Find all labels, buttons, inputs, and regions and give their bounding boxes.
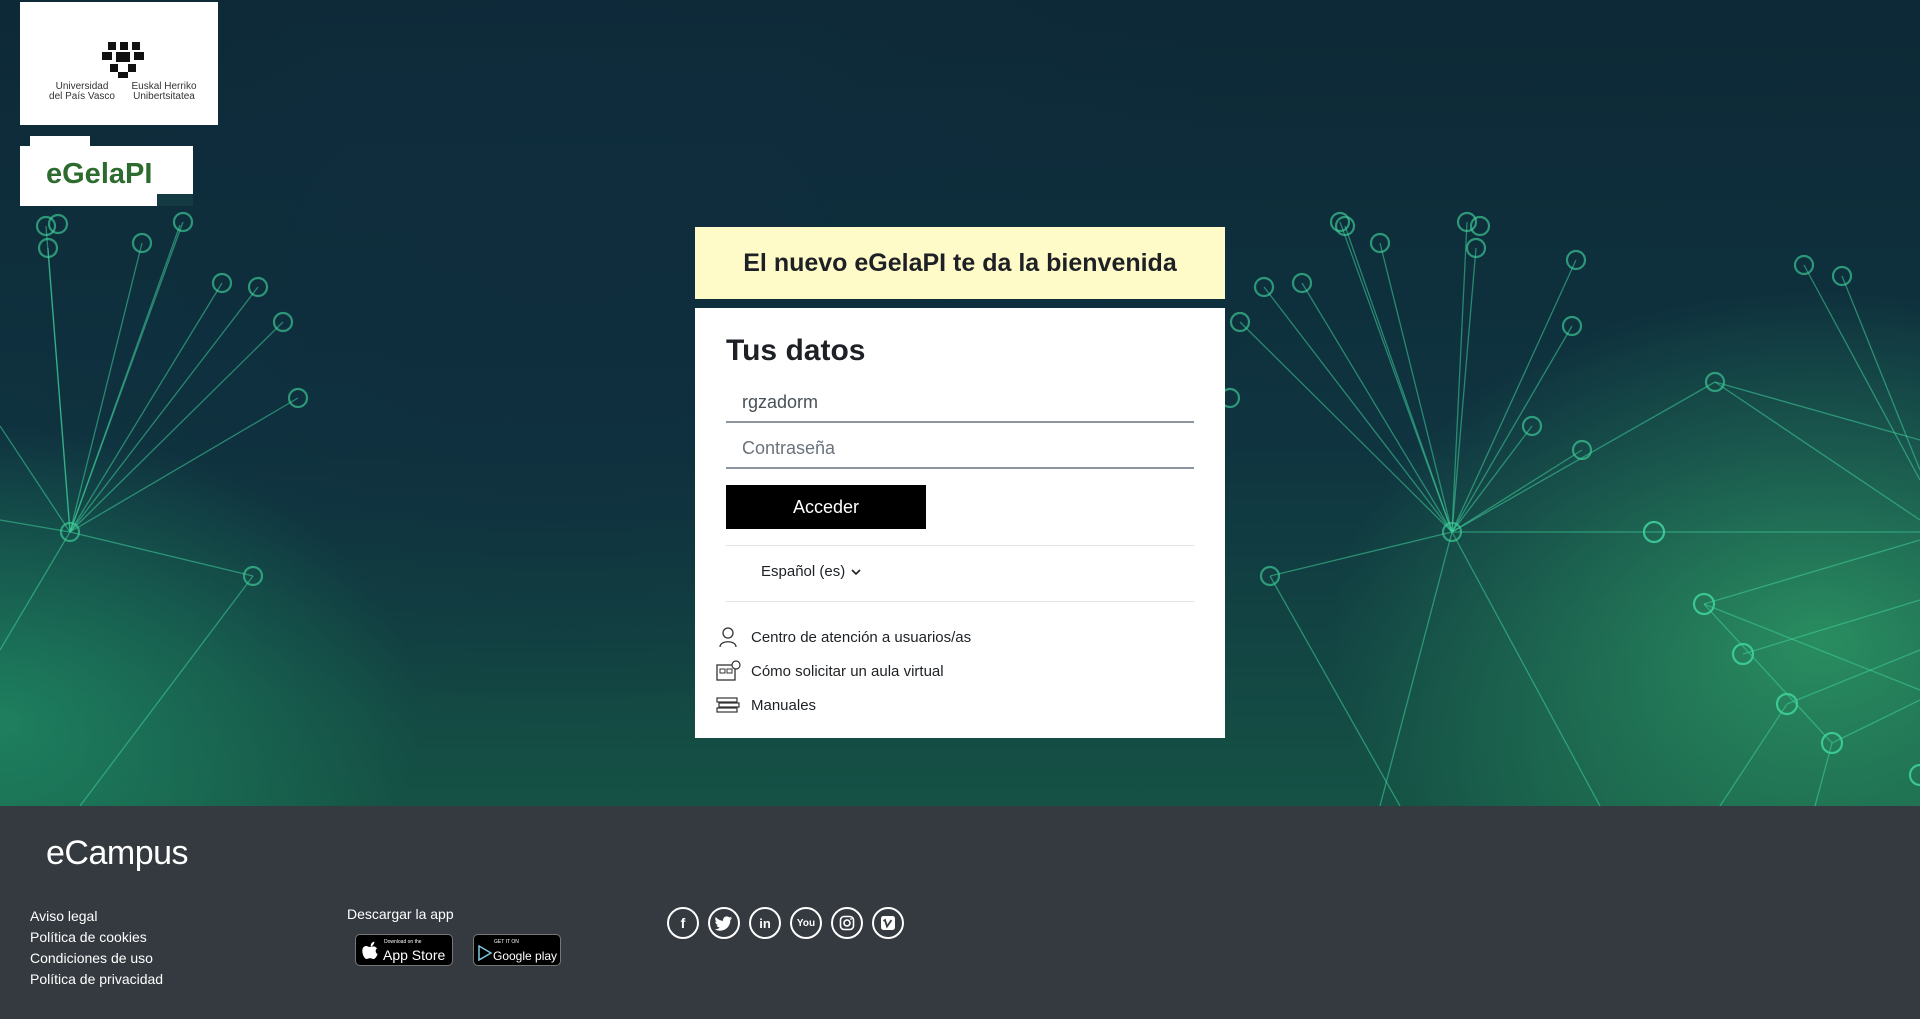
- app-store-label: App Store: [383, 947, 446, 963]
- apple-icon: [362, 941, 378, 959]
- university-name-es: Universidad del País Vasco: [49, 81, 115, 102]
- login-button[interactable]: Acceder: [726, 485, 926, 529]
- google-play-badge[interactable]: GET IT ON Google play: [473, 934, 561, 966]
- linkedin-icon[interactable]: in: [749, 907, 781, 939]
- google-play-small-label: GET IT ON: [494, 939, 519, 945]
- footer: eCampus Aviso legal Política de cookies …: [0, 806, 1920, 1019]
- user-support-icon: [715, 625, 741, 649]
- footer-link-privacy[interactable]: Política de privacidad: [30, 969, 163, 990]
- social-links: f in You: [667, 907, 904, 939]
- welcome-banner: El nuevo eGelaPI te da la bienvenida: [695, 227, 1225, 299]
- divider: [726, 601, 1194, 602]
- download-app-label: Descargar la app: [347, 906, 454, 922]
- language-label: Español (es): [761, 563, 846, 580]
- google-play-icon: [478, 945, 492, 961]
- twitter-icon[interactable]: [708, 907, 740, 939]
- logo-notch-decoration: [157, 194, 193, 206]
- help-link-label: Centro de atención a usuarios/as: [751, 628, 972, 646]
- help-link-manuals[interactable]: Manuales: [715, 688, 971, 722]
- app-store-small-label: Download on the: [384, 939, 422, 945]
- footer-links: Aviso legal Política de cookies Condicio…: [30, 906, 163, 990]
- chevron-down-icon: [851, 568, 861, 575]
- footer-link-terms[interactable]: Condiciones de uso: [30, 948, 163, 969]
- manuals-icon: [715, 693, 741, 717]
- product-name: eGelaPI: [46, 158, 153, 190]
- footer-brand[interactable]: eCampus: [46, 834, 189, 873]
- language-selector[interactable]: Español (es): [761, 563, 861, 580]
- youtube-icon[interactable]: You: [790, 907, 822, 939]
- login-card: Tus datos Acceder Español (es) Centro de…: [695, 308, 1225, 738]
- username-input[interactable]: [726, 383, 1194, 423]
- app-store-badge[interactable]: Download on the App Store: [355, 934, 453, 966]
- facebook-icon[interactable]: f: [667, 907, 699, 939]
- virtual-classroom-icon: [715, 659, 741, 683]
- university-logo[interactable]: Universidad del País Vasco Euskal Herrik…: [20, 2, 218, 125]
- egela-logo[interactable]: eGelaPI: [20, 136, 193, 206]
- university-name-eu: Euskal Herriko Unibertsitatea: [131, 81, 197, 102]
- divider: [726, 545, 1194, 546]
- help-link-label: Cómo solicitar un aula virtual: [751, 662, 944, 680]
- login-heading: Tus datos: [726, 334, 866, 367]
- university-emblem-icon: [102, 42, 144, 78]
- footer-link-cookies[interactable]: Política de cookies: [30, 927, 163, 948]
- vimeo-icon[interactable]: [872, 907, 904, 939]
- help-link-label: Manuales: [751, 696, 817, 714]
- footer-link-legal[interactable]: Aviso legal: [30, 906, 163, 927]
- help-links: Centro de atención a usuarios/as Cómo so…: [715, 620, 971, 722]
- google-play-label: Google play: [493, 949, 558, 963]
- logo-tab-decoration: [30, 136, 90, 148]
- instagram-icon[interactable]: [831, 907, 863, 939]
- help-link-support[interactable]: Centro de atención a usuarios/as: [715, 620, 971, 654]
- password-input[interactable]: [726, 429, 1194, 469]
- help-link-virtual-classroom[interactable]: Cómo solicitar un aula virtual: [715, 654, 971, 688]
